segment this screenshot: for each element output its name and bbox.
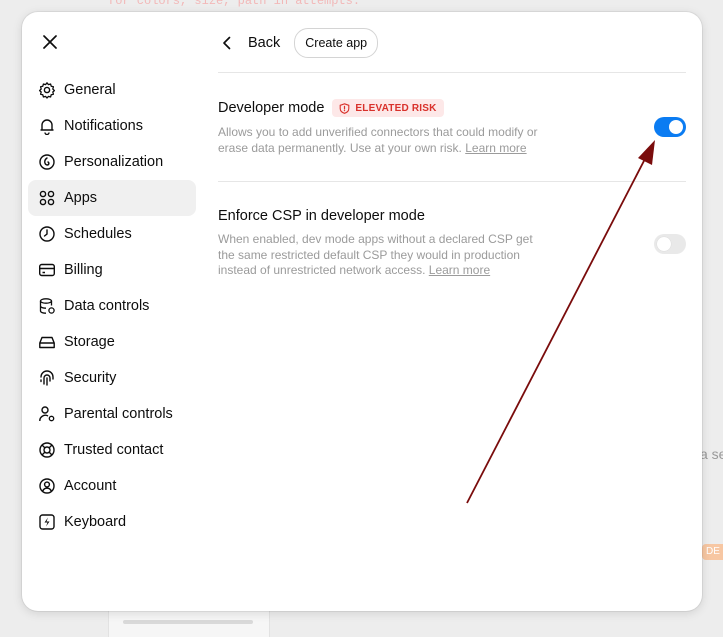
apps-icon xyxy=(38,189,56,207)
background-doc-row xyxy=(123,620,253,624)
developer-mode-description: Allows you to add unverified connectors … xyxy=(218,125,548,156)
developer-mode-learn-more-link[interactable]: Learn more xyxy=(465,141,526,155)
sidebar-item-label: Storage xyxy=(64,334,115,350)
close-button[interactable] xyxy=(38,30,62,54)
card-icon xyxy=(38,261,56,279)
sidebar-item-label: Personalization xyxy=(64,154,164,170)
sidebar-item-label: General xyxy=(64,82,116,98)
sidebar-item-security[interactable]: Security xyxy=(28,360,196,396)
personalization-icon xyxy=(38,153,56,171)
settings-sidebar: General Notifications Personalization Ap… xyxy=(28,72,196,540)
sidebar-item-notifications[interactable]: Notifications xyxy=(28,108,196,144)
clock-icon xyxy=(38,225,56,243)
apps-settings-panel: Back Create app Developer mode ELEVATED … xyxy=(218,12,686,611)
user-circle-icon xyxy=(38,477,56,495)
sidebar-item-label: Notifications xyxy=(64,118,143,134)
enforce-csp-setting: Enforce CSP in developer mode When enabl… xyxy=(218,208,686,279)
close-icon xyxy=(43,35,57,49)
bell-icon xyxy=(38,117,56,135)
sidebar-item-keyboard[interactable]: Keyboard xyxy=(28,504,196,540)
sidebar-item-label: Keyboard xyxy=(64,514,127,530)
create-app-button[interactable]: Create app xyxy=(294,28,379,58)
background-side-text: a se xyxy=(700,446,723,462)
elevated-risk-badge: ELEVATED RISK xyxy=(332,99,444,117)
sidebar-item-label: Billing xyxy=(64,262,103,278)
sidebar-item-account[interactable]: Account xyxy=(28,468,196,504)
enforce-csp-description: When enabled, dev mode apps without a de… xyxy=(218,232,548,279)
panel-header: Back Create app xyxy=(218,28,379,58)
sidebar-item-billing[interactable]: Billing xyxy=(28,252,196,288)
header-divider xyxy=(218,72,686,73)
sidebar-item-schedules[interactable]: Schedules xyxy=(28,216,196,252)
developer-mode-setting: Developer mode ELEVATED RISK Allows you … xyxy=(218,99,686,156)
settings-divider xyxy=(218,181,686,182)
database-icon xyxy=(38,297,56,315)
shield-alert-icon xyxy=(339,102,350,114)
developer-mode-toggle[interactable] xyxy=(654,117,686,137)
sidebar-item-personalization[interactable]: Personalization xyxy=(28,144,196,180)
developer-mode-title: Developer mode xyxy=(218,100,325,116)
enforce-csp-toggle[interactable] xyxy=(654,234,686,254)
keyboard-icon xyxy=(38,513,56,531)
sidebar-item-trusted-contact[interactable]: Trusted contact xyxy=(28,432,196,468)
gear-icon xyxy=(38,81,56,99)
enforce-csp-title: Enforce CSP in developer mode xyxy=(218,208,425,224)
sidebar-item-label: Apps xyxy=(64,190,98,206)
toggle-knob xyxy=(657,237,671,251)
background-code-line: for colors, size, path in attempts: xyxy=(108,0,361,8)
sidebar-item-data-controls[interactable]: Data controls xyxy=(28,288,196,324)
sidebar-item-apps[interactable]: Apps xyxy=(28,180,196,216)
elevated-risk-label: ELEVATED RISK xyxy=(355,102,437,114)
fingerprint-icon xyxy=(38,369,56,387)
sidebar-item-label: Parental controls xyxy=(64,406,173,422)
sidebar-item-label: Trusted contact xyxy=(64,442,164,458)
back-button[interactable]: Back xyxy=(218,35,280,51)
settings-modal: General Notifications Personalization Ap… xyxy=(22,12,702,611)
sidebar-item-label: Account xyxy=(64,478,117,494)
sidebar-item-parental-controls[interactable]: Parental controls xyxy=(28,396,196,432)
background-badge: DE xyxy=(702,544,723,560)
sidebar-item-label: Data controls xyxy=(64,298,150,314)
parental-icon xyxy=(38,405,56,423)
chevron-left-icon xyxy=(222,35,238,51)
sidebar-item-storage[interactable]: Storage xyxy=(28,324,196,360)
sidebar-item-label: Schedules xyxy=(64,226,132,242)
toggle-knob xyxy=(669,120,683,134)
enforce-csp-learn-more-link[interactable]: Learn more xyxy=(429,263,490,277)
sidebar-item-general[interactable]: General xyxy=(28,72,196,108)
sidebar-item-label: Security xyxy=(64,370,117,386)
storage-icon xyxy=(38,333,56,351)
back-label: Back xyxy=(248,35,281,51)
lifebuoy-icon xyxy=(38,441,56,459)
